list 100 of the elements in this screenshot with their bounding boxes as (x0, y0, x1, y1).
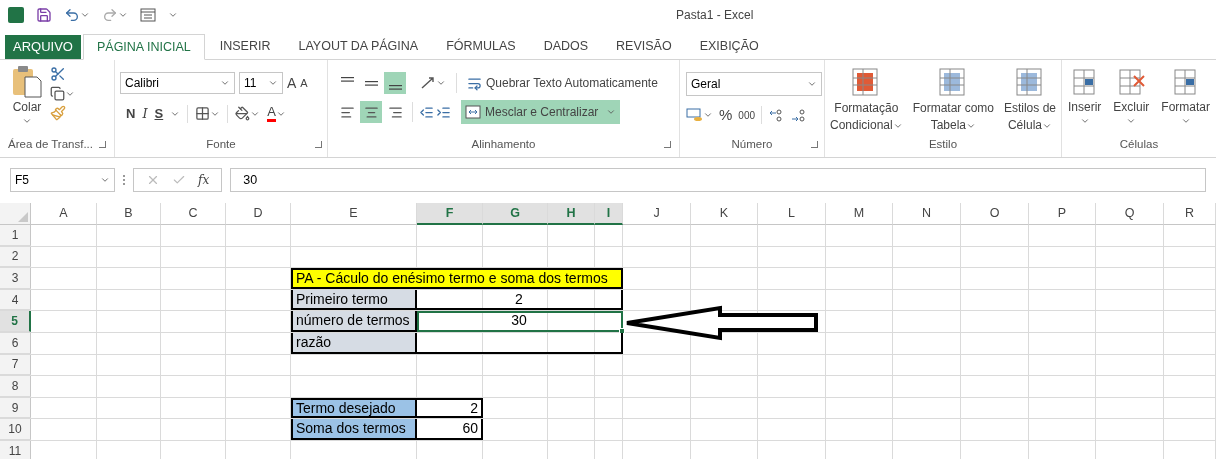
column-header[interactable]: P (1029, 203, 1096, 225)
drag-handle-icon (123, 175, 125, 185)
column-header[interactable]: R (1164, 203, 1216, 225)
merge-center-button[interactable]: Mesclar e Centralizar (461, 100, 621, 124)
cells-button[interactable]: Formatar (1161, 66, 1210, 126)
fill-color-button[interactable] (235, 106, 261, 122)
font-size-field[interactable]: 11 (239, 72, 283, 94)
ribbon-tab[interactable]: INSERIR (206, 33, 284, 59)
caret-icon (80, 10, 90, 20)
row-header[interactable]: 1 (0, 225, 31, 246)
middle-align-icon (364, 80, 378, 86)
thousands-button[interactable]: 000 (738, 107, 756, 123)
caret-icon (118, 10, 128, 20)
column-header[interactable]: N (893, 203, 961, 225)
style-button[interactable]: Formatar como Tabela (912, 66, 994, 134)
form-icon[interactable] (140, 8, 156, 22)
underline-button[interactable]: S (154, 104, 164, 124)
style-button[interactable]: Estilos de Célula (1003, 66, 1056, 134)
borders-button[interactable] (195, 106, 221, 122)
column-header[interactable]: H (548, 203, 595, 225)
group-label: Alinhamento (471, 136, 536, 152)
row-header[interactable]: 2 (0, 246, 31, 268)
paste-button[interactable]: Colar (8, 64, 46, 126)
text-align-icon (363, 104, 379, 120)
wrap-text-icon (467, 75, 482, 91)
column-header[interactable]: L (758, 203, 826, 225)
ribbon-tab[interactable]: EXIBIÇÃO (686, 33, 772, 59)
column-header[interactable]: M (826, 203, 893, 225)
redo-icon[interactable] (102, 7, 118, 23)
label-cell: número de termos (291, 311, 417, 332)
column-header[interactable]: Q (1096, 203, 1164, 225)
value-cell[interactable]: 30 (417, 311, 623, 332)
shrink-font-button[interactable]: A (300, 74, 308, 92)
delete-cells-icon (1116, 66, 1147, 98)
grow-font-button[interactable]: A (287, 72, 297, 94)
name-box[interactable]: F5 (10, 168, 115, 192)
column-header[interactable]: D (226, 203, 291, 225)
group-label: Estilo (928, 136, 958, 152)
font-name-field[interactable]: Calibri (120, 72, 235, 94)
ribbon-tab[interactable]: REVISÃO (603, 33, 685, 59)
column-header[interactable]: K (691, 203, 758, 225)
cells-button[interactable]: Excluir (1113, 66, 1150, 126)
ribbon-tab[interactable]: FÓRMULAS (433, 33, 529, 59)
row-header[interactable]: 10 (0, 419, 31, 440)
dialog-launcher-icon[interactable] (315, 140, 322, 148)
orientation-button[interactable] (420, 76, 446, 90)
caret-icon (436, 78, 446, 88)
percent-button[interactable]: % (719, 104, 733, 127)
column-header[interactable]: C (161, 203, 226, 225)
column-header[interactable]: I (595, 203, 623, 225)
style-button[interactable]: Formatação Condicional (829, 66, 903, 134)
vertical-align-button[interactable] (384, 72, 406, 94)
dialog-launcher-icon[interactable] (99, 140, 106, 148)
row-header[interactable]: 8 (0, 376, 31, 397)
row-header[interactable]: 7 (0, 354, 31, 376)
column-header[interactable]: B (97, 203, 161, 225)
formula-field[interactable]: 30 (230, 168, 1206, 192)
increase-indent-button[interactable] (436, 104, 451, 120)
column-header[interactable]: O (961, 203, 1029, 225)
window-title: Pasta1 - Excel (676, 7, 754, 24)
column-header[interactable]: G (483, 203, 548, 225)
increase-decimal-icon[interactable] (768, 108, 785, 123)
insert-function-button[interactable]: fx (198, 171, 210, 189)
fill-handle[interactable] (619, 327, 625, 334)
caret-icon (168, 10, 178, 20)
money-icon (686, 108, 703, 123)
save-icon[interactable] (36, 7, 52, 23)
file-tab[interactable]: ARQUIVO (5, 35, 81, 59)
group-label: Número (731, 136, 773, 152)
font-color-button[interactable]: A (267, 105, 286, 123)
undo-icon[interactable] (64, 7, 80, 23)
number-format-field[interactable]: Geral (686, 72, 822, 96)
dialog-launcher-icon[interactable] (811, 140, 818, 148)
decrease-decimal-icon[interactable] (790, 108, 807, 123)
text-align-icon (339, 104, 355, 120)
column-header[interactable]: E (291, 203, 417, 225)
column-header[interactable]: J (623, 203, 691, 225)
decrease-indent-button[interactable] (419, 104, 434, 120)
row-header[interactable]: 4 (0, 289, 31, 311)
value-cell: 60 (417, 419, 483, 440)
caret-icon (268, 78, 278, 88)
column-header[interactable]: F (417, 203, 483, 225)
row-header[interactable]: 3 (0, 268, 31, 289)
ribbon-tab[interactable]: DADOS (530, 33, 602, 59)
row-header[interactable]: 5 (0, 311, 31, 332)
ribbon-tab[interactable]: LAYOUT DA PÁGINA (285, 33, 432, 59)
copy-button[interactable] (50, 86, 75, 101)
horizontal-align-button[interactable] (360, 101, 382, 123)
angled-text-icon (420, 76, 436, 90)
value-cell[interactable] (417, 332, 623, 354)
wrap-text-button[interactable]: Quebrar Texto Automaticamente (467, 74, 658, 92)
row-header[interactable]: 6 (0, 332, 31, 354)
bold-button[interactable]: N (126, 104, 136, 124)
cells-button[interactable]: Inserir (1068, 66, 1102, 126)
dialog-launcher-icon[interactable] (664, 140, 671, 148)
value-cell[interactable]: 2 (417, 289, 623, 311)
column-header[interactable]: A (31, 203, 97, 225)
italic-button[interactable]: I (142, 104, 148, 124)
row-header[interactable]: 9 (0, 397, 31, 419)
ribbon-tab[interactable]: PÁGINA INICIAL (82, 34, 205, 60)
